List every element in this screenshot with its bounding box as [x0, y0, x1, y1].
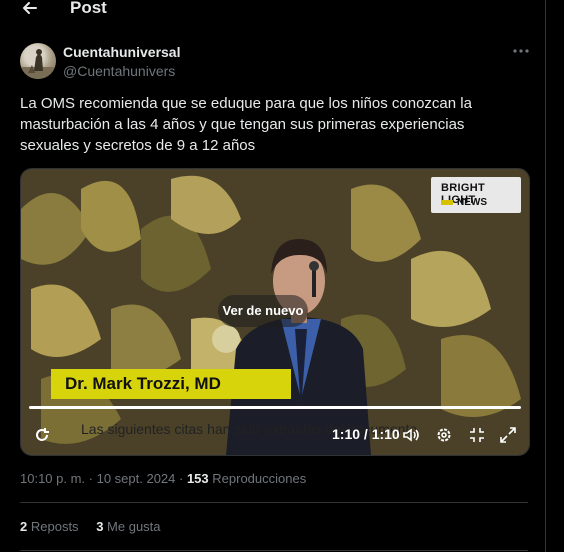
author-name[interactable]: Cuentahuniversal	[63, 44, 180, 60]
post-column: Post Cuentahuniversal @Cuentahunivers La…	[0, 0, 546, 552]
video-progress-bar[interactable]	[29, 406, 521, 409]
reposts-stat[interactable]: 2 Reposts	[20, 519, 79, 534]
replay-icon[interactable]	[33, 426, 51, 444]
post-meta: 10:10 p. m. · 10 sept. 2024 · 153 Reprod…	[20, 471, 306, 486]
expand-icon[interactable]	[499, 426, 517, 444]
page-title: Post	[70, 0, 107, 17]
likes-label: Me gusta	[107, 519, 161, 534]
volume-icon[interactable]	[402, 426, 420, 444]
tweet-text: La OMS recomienda que se eduque para que…	[20, 95, 472, 154]
views-count: 153	[186, 471, 209, 486]
views-label: Reproducciones	[212, 471, 307, 486]
author-handle[interactable]: @Cuentahunivers	[63, 63, 175, 79]
reposts-label: Reposts	[30, 519, 79, 534]
arrow-left-icon[interactable]	[20, 0, 40, 18]
replay-button[interactable]: Ver de nuevo	[218, 295, 308, 327]
post-timestamp[interactable]: 10:10 p. m. · 10 sept. 2024 ·	[20, 471, 187, 486]
video-time: 1:10 / 1:10	[332, 426, 400, 442]
avatar-image	[20, 49, 56, 79]
video-player[interactable]: BRIGHT LIGHT NEWS Ver de nuevo Dr. Mark …	[20, 168, 530, 456]
logo-bar	[441, 200, 453, 205]
channel-logo: BRIGHT LIGHT NEWS	[431, 177, 521, 213]
avatar[interactable]	[20, 43, 56, 79]
likes-stat[interactable]: 3 Me gusta	[96, 519, 160, 534]
settings-icon[interactable]	[435, 426, 453, 444]
more-dots-icon[interactable]	[512, 44, 530, 58]
lower-third-caption: Dr. Mark Trozzi, MD	[51, 369, 291, 399]
logo-line2: NEWS	[457, 197, 487, 208]
likes-count: 3	[96, 519, 104, 534]
top-bar: Post	[0, 0, 545, 22]
divider	[20, 550, 528, 551]
divider	[20, 502, 528, 503]
fullscreen-exit-icon[interactable]	[468, 426, 486, 444]
reposts-count: 2	[20, 519, 28, 534]
post-stats: 2 Reposts 3 Me gusta	[20, 519, 175, 534]
